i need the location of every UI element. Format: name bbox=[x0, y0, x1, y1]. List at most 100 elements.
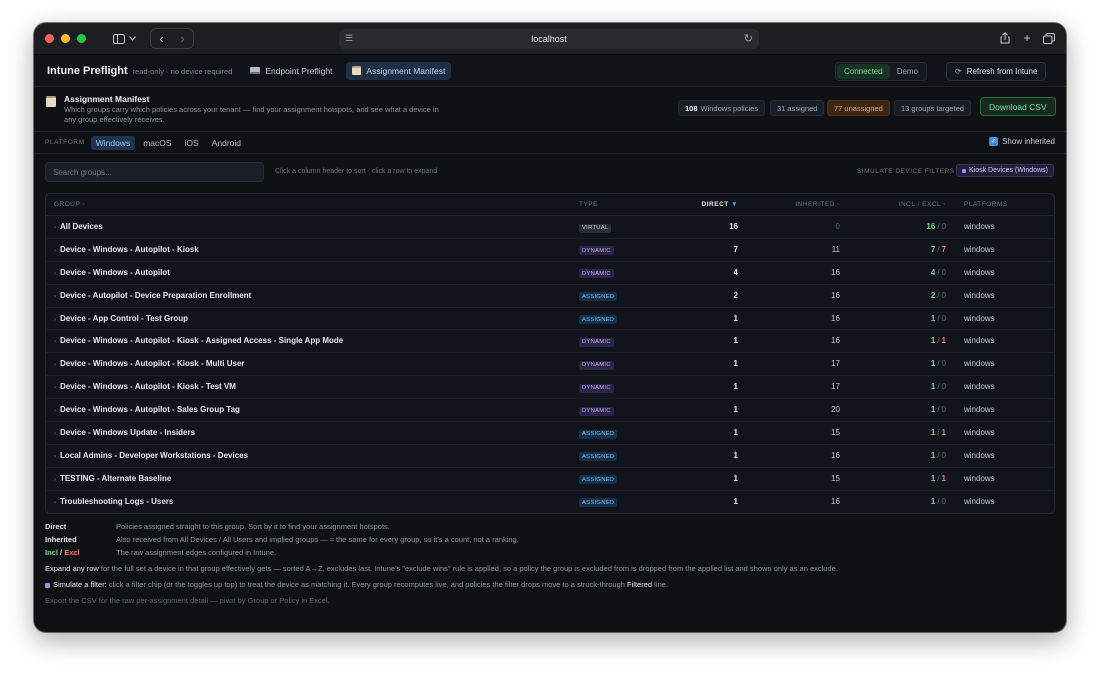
legend-simulate-note: Simulate a filter: click a filter chip (… bbox=[45, 578, 1055, 591]
address-bar[interactable]: ☰ localhost ↻ bbox=[339, 29, 759, 49]
refresh-from-intune-button[interactable]: ⟳ Refresh from Intune bbox=[946, 62, 1047, 81]
expand-arrow-icon[interactable]: › bbox=[54, 408, 56, 414]
platform-ios[interactable]: iOS bbox=[180, 136, 204, 150]
platform-windows[interactable]: Windows bbox=[90, 135, 136, 150]
new-tab-button[interactable]: + bbox=[1020, 29, 1034, 47]
expand-arrow-icon[interactable]: › bbox=[54, 248, 56, 254]
table-row[interactable]: › Device - Windows - Autopilot - Kiosk - … bbox=[46, 330, 1054, 354]
type-cell: VIRTUAL bbox=[579, 222, 612, 233]
inherited-count: 16 bbox=[831, 290, 840, 300]
checkbox-checked-icon[interactable]: ✓ bbox=[989, 137, 999, 146]
tab-assignment-manifest[interactable]: Assignment Manifest bbox=[346, 61, 452, 80]
page-settings-icon[interactable]: ☰ bbox=[345, 33, 353, 44]
expand-arrow-icon[interactable]: › bbox=[54, 385, 56, 391]
forward-button[interactable]: › bbox=[172, 29, 193, 48]
incl-excl-cell: 1/1 bbox=[931, 474, 946, 483]
column-header-incl-excl[interactable]: INCL / EXCL ◦ bbox=[899, 201, 946, 208]
inherited-count: 16 bbox=[831, 496, 840, 506]
table-row[interactable]: › Device - App Control - Test Group ASSIGN… bbox=[46, 308, 1054, 331]
column-header-direct[interactable]: DIRECT ▼ bbox=[702, 201, 738, 208]
inherited-count: 15 bbox=[831, 428, 840, 438]
group-name: TESTING - Alternate Baseline bbox=[60, 473, 172, 483]
exclude-count: 0 bbox=[941, 267, 946, 277]
expand-arrow-icon[interactable]: › bbox=[54, 362, 56, 368]
direct-count: 1 bbox=[733, 473, 738, 483]
zoom-window-button[interactable] bbox=[77, 34, 86, 43]
tab-endpoint-preflight[interactable]: Endpoint Preflight bbox=[244, 62, 338, 80]
legend-export-note: Export the CSV for the raw per-assignmen… bbox=[45, 596, 330, 605]
table-row[interactable]: › All Devices VIRTUAL 16 0 16/0 windows bbox=[46, 216, 1054, 239]
demo-option[interactable]: Demo bbox=[890, 64, 925, 79]
show-inherited-toggle[interactable]: ✓ Show inherited bbox=[989, 137, 1055, 146]
platform-macos[interactable]: macOS bbox=[138, 136, 176, 150]
simulate-note-text: click a filter chip (or the toggles up t… bbox=[106, 580, 628, 589]
table-row[interactable]: › Troubleshooting Logs - Users ASSIGNED 1 16… bbox=[46, 491, 1054, 513]
connected-option[interactable]: Connected bbox=[837, 64, 890, 79]
group-name-cell: › Device - Windows - Autopilot bbox=[54, 268, 170, 277]
separator: / bbox=[937, 359, 940, 369]
table-row[interactable]: › Device - Windows - Autopilot DYNAMIC 4 16 4… bbox=[46, 262, 1054, 285]
column-header-type[interactable]: TYPE bbox=[579, 201, 598, 208]
group-type-badge: ASSIGNED bbox=[579, 452, 618, 462]
group-search-input[interactable] bbox=[45, 162, 264, 182]
policies-count: 108 bbox=[685, 103, 698, 113]
group-name: Device - Windows - Autopilot bbox=[60, 267, 170, 277]
app-title: Intune Preflight bbox=[47, 64, 128, 77]
column-header-platforms[interactable]: PLATFORMS bbox=[964, 201, 1008, 208]
download-csv-button[interactable]: Download CSV bbox=[980, 97, 1056, 116]
expand-arrow-icon[interactable]: › bbox=[54, 317, 56, 323]
table-row[interactable]: › Device - Windows - Autopilot - Kiosk - … bbox=[46, 376, 1054, 400]
table-row[interactable]: › Device - Autopilot - Device Preparation… bbox=[46, 285, 1054, 308]
expand-arrow-icon[interactable]: › bbox=[54, 454, 56, 460]
inherited-count: 16 bbox=[831, 450, 840, 460]
table-row[interactable]: › Device - Windows - Autopilot - Sales Gr… bbox=[46, 399, 1054, 423]
group-type-badge: DYNAMIC bbox=[579, 406, 614, 416]
column-header-inherited[interactable]: INHERITED ◦ bbox=[795, 201, 840, 208]
group-type-badge: ASSIGNED bbox=[579, 292, 618, 302]
expand-arrow-icon[interactable]: › bbox=[54, 477, 56, 483]
browser-actions: + bbox=[998, 29, 1056, 47]
share-button[interactable] bbox=[998, 29, 1012, 47]
filter-chip-kiosk[interactable]: Kiosk Devices (Windows) bbox=[956, 164, 1054, 177]
platform-filter-row: PLATFORM Windows macOS iOS Android ✓ Sho… bbox=[34, 132, 1066, 154]
direct-count: 1 bbox=[733, 450, 738, 460]
window-controls bbox=[45, 34, 86, 43]
expand-arrow-icon[interactable]: › bbox=[54, 431, 56, 437]
group-type-badge: ASSIGNED bbox=[579, 475, 618, 485]
expand-note-lead: Expand any row bbox=[45, 564, 99, 573]
group-type-badge: ASSIGNED bbox=[579, 315, 618, 325]
back-button[interactable]: ‹ bbox=[151, 29, 172, 48]
minimize-window-button[interactable] bbox=[61, 34, 70, 43]
expand-arrow-icon[interactable]: › bbox=[54, 271, 56, 277]
include-count: 1 bbox=[930, 496, 936, 506]
table-row[interactable]: › TESTING - Alternate Baseline ASSIGNED 1 15… bbox=[46, 468, 1054, 491]
group-name: Device - Windows - Autopilot - Kiosk - A… bbox=[60, 336, 344, 346]
exclude-count: 1 bbox=[941, 473, 946, 483]
unassigned-count-badge: 77 unassigned bbox=[827, 100, 890, 116]
expand-arrow-icon[interactable]: › bbox=[54, 294, 56, 300]
column-header-group[interactable]: GROUP ◦ bbox=[54, 201, 85, 208]
incl-excl-cell: 1/0 bbox=[931, 497, 946, 506]
direct-header-label: DIRECT bbox=[701, 201, 729, 208]
tab-overview-button[interactable] bbox=[1042, 29, 1056, 47]
inherited-count: 20 bbox=[831, 405, 840, 415]
sidebar-icon bbox=[112, 33, 125, 44]
expand-arrow-icon[interactable]: › bbox=[54, 339, 56, 345]
table-row[interactable]: › Local Admins - Developer Workstations -… bbox=[46, 445, 1054, 468]
table-hint: Click a column header to sort · click a … bbox=[275, 168, 438, 175]
separator: / bbox=[937, 267, 940, 277]
table-row[interactable]: › Device - Windows - Autopilot - Kiosk - … bbox=[46, 353, 1054, 377]
platform-label: PLATFORM bbox=[45, 139, 85, 146]
reload-icon[interactable]: ↻ bbox=[744, 32, 753, 45]
expand-arrow-icon[interactable]: › bbox=[54, 500, 56, 506]
assigned-count-badge: 31 assigned bbox=[770, 100, 825, 116]
table-row[interactable]: › Device - Windows - Autopilot - Kiosk DYN… bbox=[46, 239, 1054, 262]
inherited-count: 17 bbox=[831, 382, 840, 392]
clipboard-icon bbox=[352, 66, 362, 75]
expand-arrow-icon[interactable]: › bbox=[54, 225, 56, 231]
platform-android[interactable]: Android bbox=[207, 136, 246, 150]
table-body: › All Devices VIRTUAL 16 0 16/0 windows › Device… bbox=[46, 216, 1054, 513]
table-row[interactable]: › Device - Windows Update - Insiders ASSIG… bbox=[46, 422, 1054, 445]
close-window-button[interactable] bbox=[45, 34, 54, 43]
sidebar-toggle-button[interactable] bbox=[104, 29, 144, 49]
